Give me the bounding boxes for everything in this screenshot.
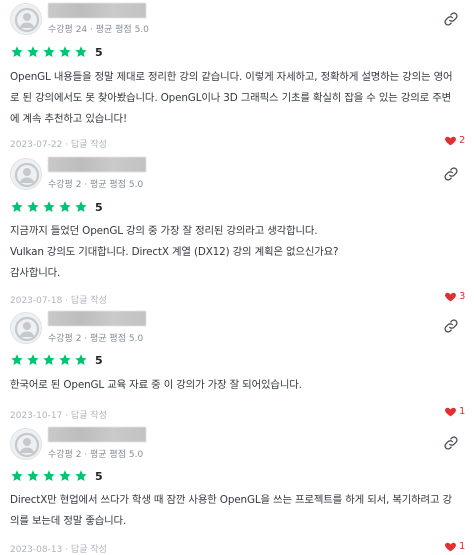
heart-icon	[444, 405, 457, 418]
user-avatar-icon	[11, 4, 42, 35]
avatar[interactable]	[10, 3, 42, 35]
star-icon	[74, 469, 88, 483]
like-button[interactable]: 1	[444, 405, 465, 418]
review-text: DirectX만 현업에서 쓰다가 학생 때 잠깐 사용한 OpenGL을 쓰는…	[10, 490, 470, 532]
rating-value: 5	[95, 469, 103, 483]
star-icon	[58, 469, 72, 483]
star-icon	[10, 45, 24, 59]
like-button[interactable]: 2	[444, 134, 465, 147]
review-line: 지금까지 들었던 OpenGL 강의 중 가장 잘 정리된 강의라고 생각합니다…	[10, 225, 318, 237]
star-icon	[26, 469, 40, 483]
review-line: 의를 보는데 정말 좋습니다.	[10, 515, 127, 527]
star-icon	[26, 200, 40, 214]
reviewer-meta: 수강평 2 · 평균 평점 5.0	[48, 450, 144, 460]
star-rating: 5	[10, 45, 103, 59]
heart-icon	[444, 540, 457, 553]
link-icon[interactable]	[443, 435, 459, 451]
blurred-username	[48, 427, 146, 442]
star-rating: 5	[10, 469, 103, 483]
rating-value: 5	[95, 45, 103, 59]
like-count: 1	[459, 406, 466, 417]
heart-icon	[444, 134, 457, 147]
reviewer-meta: 수강평 2 · 평균 평점 5.0	[48, 334, 144, 344]
link-icon[interactable]	[443, 166, 459, 182]
review-footer: 2023-07-18 · 답글 작성	[10, 293, 107, 306]
blurred-username	[48, 3, 146, 18]
like-button[interactable]: 1	[444, 540, 465, 553]
star-rating: 5	[10, 353, 103, 367]
reply-link[interactable]: 답글 작성	[71, 140, 107, 150]
review-footer: 2023-07-22 · 답글 작성	[10, 137, 107, 150]
like-count: 3	[459, 291, 466, 302]
link-icon[interactable]	[443, 318, 459, 334]
star-icon	[58, 45, 72, 59]
link-icon[interactable]	[443, 11, 459, 27]
star-icon	[10, 469, 24, 483]
star-icon	[42, 469, 56, 483]
review-footer: 2023-08-13 · 답글 작성	[10, 542, 107, 555]
review-text: 한국어로 된 OpenGL 교육 자료 중 이 강의가 가장 잘 되어있습니다.	[10, 375, 470, 396]
avatar[interactable]	[10, 428, 42, 460]
review-line: 감사합니다.	[10, 267, 61, 279]
avatar[interactable]	[10, 312, 42, 344]
rating-value: 5	[95, 353, 103, 367]
star-icon	[10, 353, 24, 367]
star-icon	[74, 353, 88, 367]
reply-link[interactable]: 답글 작성	[71, 296, 107, 306]
star-icon	[74, 45, 88, 59]
like-count: 2	[459, 135, 466, 146]
star-icon	[42, 353, 56, 367]
review-line: DirectX만 현업에서 쓰다가 학생 때 잠깐 사용한 OpenGL을 쓰는…	[10, 494, 452, 506]
review-date: 2023-07-22	[10, 140, 63, 150]
star-icon	[10, 200, 24, 214]
review-line: 한국어로 된 OpenGL 교육 자료 중 이 강의가 가장 잘 되어있습니다.	[10, 379, 302, 391]
reply-link[interactable]: 답글 작성	[71, 411, 107, 421]
like-button[interactable]: 3	[444, 290, 465, 303]
blurred-username	[48, 157, 146, 172]
user-avatar-icon	[11, 313, 42, 344]
review-text: 지금까지 들었던 OpenGL 강의 중 가장 잘 정리된 강의라고 생각합니다…	[10, 221, 470, 284]
like-count: 1	[459, 541, 466, 552]
review-line: 로 된 강의에서도 못 찾아봤습니다. OpenGL이나 3D 그래픽스 기초를…	[10, 92, 452, 104]
star-icon	[58, 200, 72, 214]
review-text: OpenGL 내용들을 정말 제대로 정리한 강의 같습니다. 이렇게 자세하고…	[10, 67, 470, 130]
review-line: OpenGL 내용들을 정말 제대로 정리한 강의 같습니다. 이렇게 자세하고…	[10, 71, 453, 83]
star-rating: 5	[10, 200, 103, 214]
review-date: 2023-10-17	[10, 411, 63, 421]
blurred-username	[48, 311, 146, 326]
star-icon	[26, 45, 40, 59]
rating-value: 5	[95, 200, 103, 214]
star-icon	[74, 200, 88, 214]
user-avatar-icon	[11, 159, 42, 190]
user-avatar-icon	[11, 429, 42, 460]
review-date: 2023-07-18	[10, 296, 63, 306]
reviewer-meta: 수강평 2 · 평균 평점 5.0	[48, 180, 144, 190]
review-line: Vulkan 강의도 기대합니다. DirectX 계열 (DX12) 강의 계…	[10, 246, 339, 258]
heart-icon	[444, 290, 457, 303]
review-line: 에 계속 추천하고 있습니다!	[10, 113, 127, 125]
avatar[interactable]	[10, 158, 42, 190]
star-icon	[58, 353, 72, 367]
reviewer-meta: 수강평 24 · 평균 평점 5.0	[48, 25, 149, 35]
star-icon	[42, 45, 56, 59]
star-icon	[26, 353, 40, 367]
review-footer: 2023-10-17 · 답글 작성	[10, 408, 107, 421]
star-icon	[42, 200, 56, 214]
